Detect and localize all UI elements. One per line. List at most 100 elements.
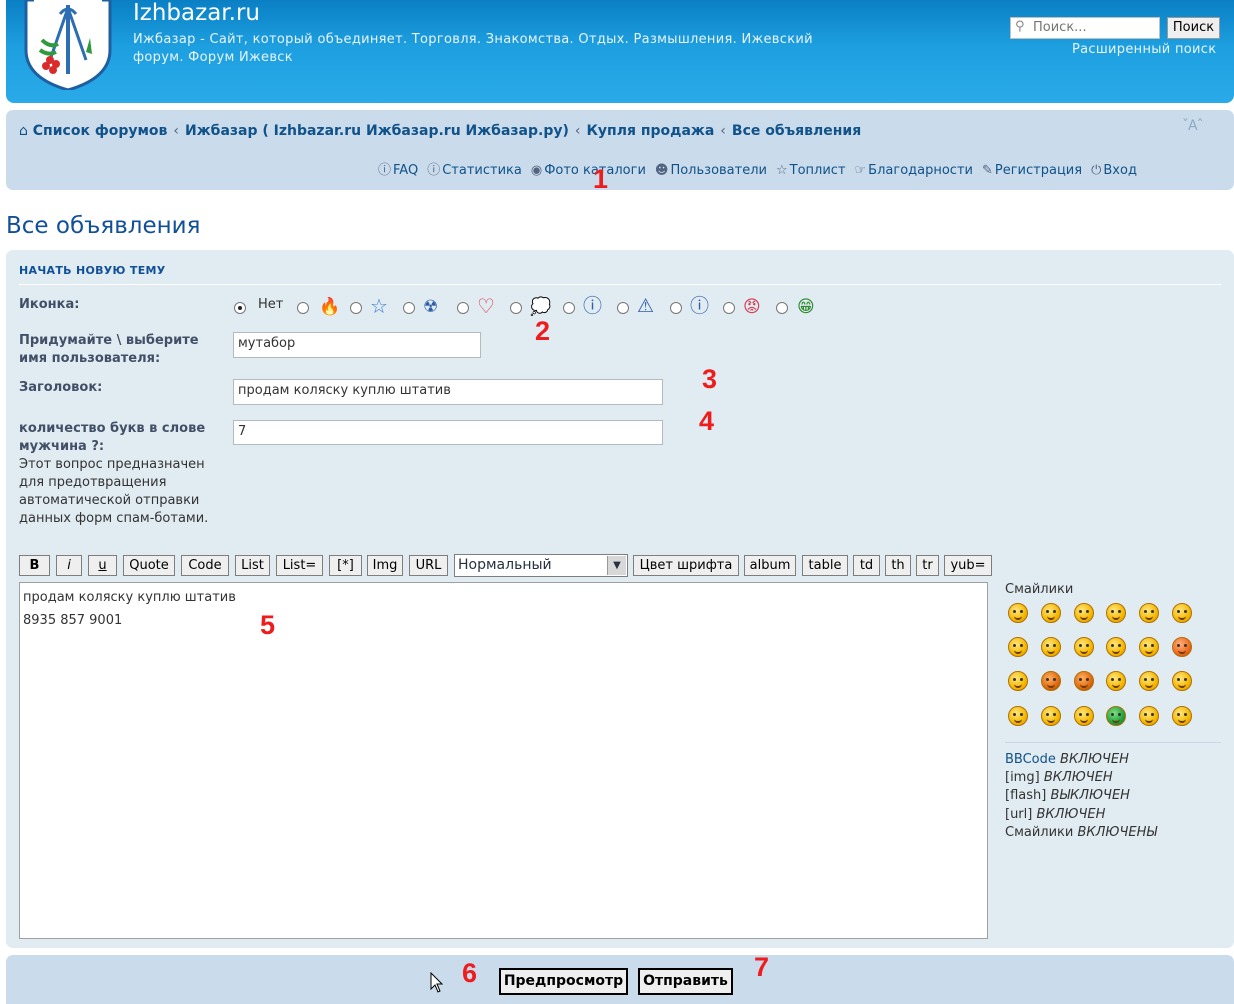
bold-button[interactable]: B: [19, 555, 50, 576]
icon-radio[interactable]: [563, 302, 575, 314]
star-icon: ☆: [775, 163, 788, 178]
smiley-icon[interactable]: [1074, 706, 1094, 726]
site-title[interactable]: Izhbazar.ru: [133, 0, 260, 26]
font-size-select[interactable]: Нормальный ▼: [454, 554, 628, 577]
icon-radio[interactable]: [350, 302, 362, 314]
form-heading: НАЧАТЬ НОВУЮ ТЕМУ: [19, 264, 166, 277]
nav-register[interactable]: ✎ Регистрация: [982, 163, 1082, 178]
divider: [1005, 742, 1221, 743]
th-button[interactable]: th: [885, 555, 911, 576]
nav-photo-catalogs[interactable]: ◉ Фото каталоги: [531, 163, 646, 178]
eye-icon: ◉: [530, 163, 543, 178]
search-input[interactable]: [1033, 20, 1153, 35]
home-icon: ⌂: [19, 123, 28, 139]
help-icon: ⓘ: [378, 163, 392, 178]
album-button[interactable]: album: [744, 555, 796, 576]
submit-button[interactable]: Отправить: [638, 968, 733, 995]
mouse-cursor-icon: [430, 971, 444, 994]
message-textarea[interactable]: продам коляску куплю штатив 8935 857 900…: [19, 582, 988, 939]
smiley-icon[interactable]: [1172, 603, 1192, 623]
bbcode-link[interactable]: BBCode: [1005, 752, 1056, 767]
url-button[interactable]: URL: [409, 555, 448, 576]
radioactive-icon: ☢: [423, 297, 439, 317]
search-field[interactable]: ⚲: [1010, 17, 1160, 39]
nav-toplist[interactable]: ☆ Топлист: [776, 163, 846, 178]
smiley-icon[interactable]: [1139, 671, 1159, 691]
icon-radio[interactable]: [776, 302, 788, 314]
nav-thanks[interactable]: ☞ Благодарности: [855, 163, 973, 178]
tr-button[interactable]: tr: [916, 555, 939, 576]
list-button[interactable]: List: [235, 555, 270, 576]
icon-radio[interactable]: [457, 302, 469, 314]
captcha-answer-input[interactable]: 7: [233, 420, 663, 445]
smiley-icon[interactable]: [1106, 706, 1126, 726]
smiley-icon[interactable]: [1172, 706, 1192, 726]
nav-stats[interactable]: ⓘ Статистика: [427, 159, 522, 178]
breadcrumb-separator: ‹: [720, 123, 726, 139]
icon-radio[interactable]: [670, 302, 682, 314]
breadcrumb-item[interactable]: Все объявления: [732, 123, 861, 139]
smiley-icon[interactable]: [1139, 603, 1159, 623]
smiley-icon[interactable]: [1041, 603, 1061, 623]
italic-button[interactable]: i: [56, 555, 82, 576]
captcha-explain: Этот вопрос предназначен для предотвраще…: [19, 457, 209, 526]
username-input[interactable]: мутабор: [233, 332, 481, 358]
smiley-icon[interactable]: [1172, 637, 1192, 657]
thumb-icon: ☞: [854, 163, 867, 178]
username-label: Придумайте \ выберите имя пользователя:: [19, 333, 199, 366]
smiley-icon[interactable]: [1041, 671, 1061, 691]
nav-login[interactable]: ⏻ Вход: [1091, 163, 1137, 178]
smiley-icon[interactable]: [1106, 637, 1126, 657]
chevron-down-icon: ▼: [607, 556, 626, 575]
code-button[interactable]: Code: [181, 555, 229, 576]
breadcrumb-item[interactable]: Список форумов: [33, 123, 168, 139]
font-color-button[interactable]: Цвет шрифта: [633, 555, 739, 576]
smiley-icon[interactable]: [1172, 671, 1192, 691]
smiley-icon[interactable]: [1074, 637, 1094, 657]
smiley-icon[interactable]: [1139, 706, 1159, 726]
breadcrumb-item[interactable]: Ижбазар ( Izhbazar.ru Ижбазар.ru Ижбазар…: [185, 123, 569, 139]
page-title[interactable]: Все объявления: [6, 213, 200, 239]
icon-label: Иконка:: [19, 297, 80, 312]
smiley-icon[interactable]: [1008, 603, 1028, 623]
list-item-button[interactable]: [*]: [329, 555, 362, 576]
underline-button[interactable]: u: [88, 555, 117, 576]
icon-radio[interactable]: [403, 302, 415, 314]
smiley-icon[interactable]: [1008, 671, 1028, 691]
annotation-number: 4: [699, 406, 715, 436]
yub-button[interactable]: yub=: [944, 555, 992, 576]
subject-label: Заголовок:: [19, 380, 103, 395]
smiley-icon[interactable]: [1074, 603, 1094, 623]
icon-radio[interactable]: [723, 302, 735, 314]
smiley-icon[interactable]: [1008, 706, 1028, 726]
preview-button[interactable]: Предпросмотр: [499, 968, 628, 995]
smiley-icon[interactable]: [1041, 637, 1061, 657]
subject-input[interactable]: продам коляску куплю штатив: [233, 379, 663, 405]
site-logo[interactable]: [20, 0, 116, 92]
smiley-icon[interactable]: [1139, 637, 1159, 657]
nav-members[interactable]: ☻ Пользователи: [655, 163, 767, 178]
nav-faq[interactable]: ⓘ FAQ: [378, 159, 418, 178]
table-button[interactable]: table: [802, 555, 848, 576]
breadcrumb-item[interactable]: Купля продажа: [586, 123, 714, 139]
icon-radio[interactable]: [297, 302, 309, 314]
smiley-icon[interactable]: [1008, 637, 1028, 657]
advanced-search-link[interactable]: Расширенный поиск: [1072, 42, 1216, 57]
icon-radio-none[interactable]: [234, 302, 246, 314]
annotation-number: 5: [260, 610, 276, 640]
list-ordered-button[interactable]: List=: [276, 555, 323, 576]
font-size-value: Нормальный: [458, 557, 552, 573]
img-button[interactable]: Img: [367, 555, 403, 576]
smiley-icon[interactable]: [1106, 671, 1126, 691]
icon-radio[interactable]: [510, 302, 522, 314]
icon-radio[interactable]: [617, 302, 629, 314]
star-icon: ☆: [370, 294, 388, 318]
font-size-control[interactable]: ˇAˆ: [1182, 118, 1204, 134]
td-button[interactable]: td: [853, 555, 880, 576]
quote-button[interactable]: Quote: [123, 555, 175, 576]
smiley-icon[interactable]: [1106, 603, 1126, 623]
breadcrumb-separator: ‹: [173, 123, 180, 139]
smiley-icon[interactable]: [1041, 706, 1061, 726]
smiley-icon[interactable]: [1074, 671, 1094, 691]
search-button[interactable]: Поиск: [1167, 17, 1220, 39]
